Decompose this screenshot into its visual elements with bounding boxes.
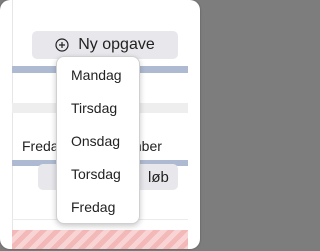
weekday-dropdown-menu: Mandag Tirsdag Onsdag Torsdag Fredag bbox=[56, 56, 140, 224]
circle-plus-icon bbox=[55, 38, 69, 52]
menu-item-mandag[interactable]: Mandag bbox=[57, 63, 139, 87]
secondary-button-label: løb bbox=[148, 169, 169, 186]
menu-item-tirsdag[interactable]: Tirsdag bbox=[57, 96, 139, 120]
menu-item-fredag[interactable]: Fredag bbox=[57, 195, 139, 219]
day-row-label: Freda bbox=[22, 138, 59, 154]
left-border-line bbox=[12, 0, 13, 249]
new-task-button[interactable]: Ny opgave bbox=[32, 31, 178, 59]
menu-item-torsdag[interactable]: Torsdag bbox=[57, 162, 139, 186]
menu-item-onsdag[interactable]: Onsdag bbox=[57, 129, 139, 153]
new-task-label: Ny opgave bbox=[78, 36, 155, 53]
app-window: Ny opgave Freda mber løb Mandag Tirsdag … bbox=[0, 0, 200, 249]
striped-status-bar bbox=[12, 230, 188, 249]
